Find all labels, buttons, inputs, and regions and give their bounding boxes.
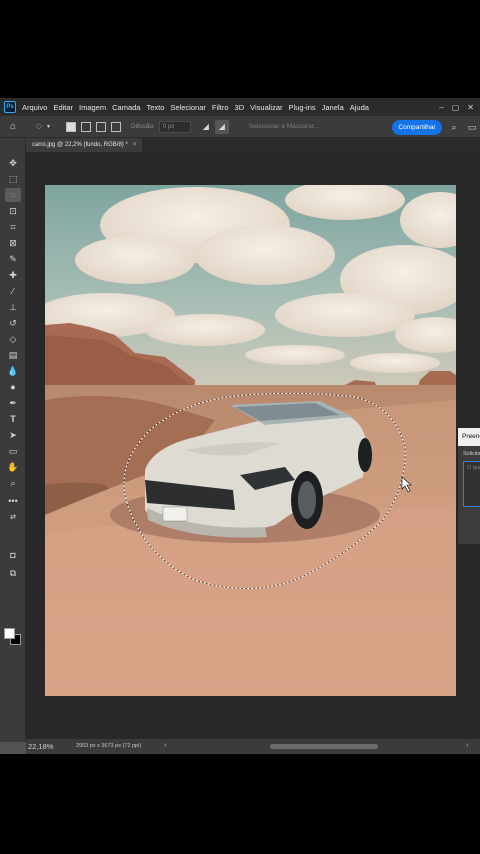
path-select-icon[interactable]: ➤ bbox=[5, 428, 21, 442]
menu-ajuda[interactable]: Ajuda bbox=[350, 103, 369, 112]
pen-icon[interactable]: ✒ bbox=[5, 396, 21, 410]
foreground-color-swatch[interactable] bbox=[4, 628, 15, 639]
share-button[interactable]: Compartilhar bbox=[392, 120, 442, 135]
screen-mode-icon[interactable]: ⧉ bbox=[5, 566, 21, 580]
move-icon[interactable]: ✥ bbox=[5, 156, 21, 170]
gradient-icon[interactable]: ▤ bbox=[5, 348, 21, 362]
history-brush-icon[interactable]: ↺ bbox=[5, 316, 21, 330]
lasso-tool-preset-icon[interactable]: ◌ bbox=[32, 120, 46, 134]
new-selection-icon[interactable] bbox=[66, 121, 77, 132]
home-icon[interactable]: ⌂ bbox=[6, 120, 20, 134]
menu-editar[interactable]: Editar bbox=[53, 103, 73, 112]
eraser-icon[interactable]: ◇ bbox=[5, 332, 21, 346]
photoshop-logo: Ps bbox=[4, 101, 16, 113]
zoom-icon[interactable]: ⌕ bbox=[5, 476, 21, 490]
minimize-icon[interactable]: – bbox=[439, 103, 443, 112]
subtract-selection-icon[interactable] bbox=[96, 121, 107, 132]
menu-camada[interactable]: Camada bbox=[112, 103, 140, 112]
eyedropper-icon[interactable]: ✎ bbox=[5, 252, 21, 266]
dodge-icon[interactable]: ● bbox=[5, 380, 21, 394]
type-icon[interactable]: T bbox=[5, 412, 21, 426]
brush-icon[interactable]: ∕ bbox=[5, 284, 21, 298]
more-tools-icon[interactable]: ••• bbox=[5, 494, 21, 508]
status-bar: 22,18% 2953 px x 3673 px (72 ppi) › › bbox=[26, 738, 480, 754]
document-size: 2953 px x 3673 px (72 ppi) bbox=[76, 743, 142, 749]
scroll-right-icon[interactable]: › bbox=[466, 742, 468, 749]
menu-3d[interactable]: 3D bbox=[235, 103, 245, 112]
blur-icon[interactable]: 💧 bbox=[5, 364, 21, 378]
menu-arquivo[interactable]: Arquivo bbox=[22, 103, 47, 112]
options-bar: ⌂ ◌ ▾ Difusão: 0 px ◢ ◢ Selecionar e Mas… bbox=[0, 116, 480, 138]
add-selection-icon[interactable] bbox=[81, 121, 92, 132]
swap-colors-icon[interactable]: ⇄ bbox=[5, 510, 21, 524]
horizontal-scrollbar[interactable] bbox=[270, 744, 378, 749]
menu-janela[interactable]: Janela bbox=[322, 103, 344, 112]
car-desert-photo bbox=[45, 185, 456, 696]
menu-imagem[interactable]: Imagem bbox=[79, 103, 106, 112]
photoshop-window: Ps Arquivo Editar Imagem Camada Texto Se… bbox=[0, 98, 480, 754]
frame-icon[interactable]: ⊠ bbox=[5, 236, 21, 250]
panel-title: Preenchimento Generativo bbox=[458, 428, 480, 446]
chevron-down-icon[interactable]: ▾ bbox=[47, 123, 50, 130]
zoom-level[interactable]: 22,18% bbox=[28, 742, 53, 751]
tools-panel: ✥ ⬚ ◌ ⊡ ⌗ ⊠ ✎ ✚ ∕ ⊥ ↺ ◇ ▤ 💧 ● ✒ T ➤ ▭ ✋ … bbox=[0, 138, 26, 742]
lasso-icon[interactable]: ◌ bbox=[5, 188, 21, 202]
window-controls: – ▢ ✕ bbox=[439, 103, 480, 112]
panel-prompt-label: Solicitação bbox=[463, 451, 480, 457]
marquee-icon[interactable]: ⬚ bbox=[5, 172, 21, 186]
menu-bar: Ps Arquivo Editar Imagem Camada Texto Se… bbox=[0, 98, 480, 116]
document-tab-bar: carro.jpg @ 22,2% (fundo, RGB/8) * × bbox=[26, 138, 480, 152]
document-tab-title: carro.jpg @ 22,2% (fundo, RGB/8) * bbox=[32, 142, 128, 148]
document-canvas[interactable] bbox=[45, 185, 456, 696]
menu-texto[interactable]: Texto bbox=[146, 103, 164, 112]
status-menu-arrow[interactable]: › bbox=[164, 742, 166, 749]
rectangle-icon[interactable]: ▭ bbox=[5, 444, 21, 458]
feather-label: Difusão: bbox=[131, 123, 155, 130]
maximize-icon[interactable]: ▢ bbox=[452, 103, 460, 112]
search-icon[interactable]: ⌕ bbox=[448, 121, 460, 133]
menu-selecionar[interactable]: Selecionar bbox=[170, 103, 205, 112]
workspace-icon[interactable]: ▭ bbox=[466, 121, 478, 133]
prompt-input[interactable]: O que deseja gerar? (Opcional) bbox=[463, 461, 480, 507]
object-select-icon[interactable]: ⊡ bbox=[5, 204, 21, 218]
generative-fill-panel: Preenchimento Generativo Solicitação O q… bbox=[457, 428, 480, 544]
feather-input[interactable]: 0 px bbox=[158, 120, 191, 133]
hand-icon[interactable]: ✋ bbox=[5, 460, 21, 474]
intersect-selection-icon[interactable] bbox=[111, 121, 122, 132]
menu-plugins[interactable]: Plug-ins bbox=[289, 103, 316, 112]
close-tab-icon[interactable]: × bbox=[133, 142, 137, 148]
menu-visualizar[interactable]: Visualizar bbox=[250, 103, 282, 112]
select-and-mask-button[interactable]: Selecionar e Mascarar... bbox=[249, 123, 319, 130]
menu-filtro[interactable]: Filtro bbox=[212, 103, 229, 112]
document-tab[interactable]: carro.jpg @ 22,2% (fundo, RGB/8) * × bbox=[26, 138, 143, 152]
anti-alias-active-icon[interactable]: ◢ bbox=[214, 119, 229, 134]
anti-alias-icon[interactable]: ◢ bbox=[199, 120, 213, 134]
healing-brush-icon[interactable]: ✚ bbox=[5, 268, 21, 282]
clone-stamp-icon[interactable]: ⊥ bbox=[5, 300, 21, 314]
quick-mask-icon[interactable]: ◘ bbox=[5, 548, 21, 562]
crop-icon[interactable]: ⌗ bbox=[5, 220, 21, 234]
close-window-icon[interactable]: ✕ bbox=[467, 103, 474, 112]
canvas-area[interactable] bbox=[26, 152, 480, 738]
